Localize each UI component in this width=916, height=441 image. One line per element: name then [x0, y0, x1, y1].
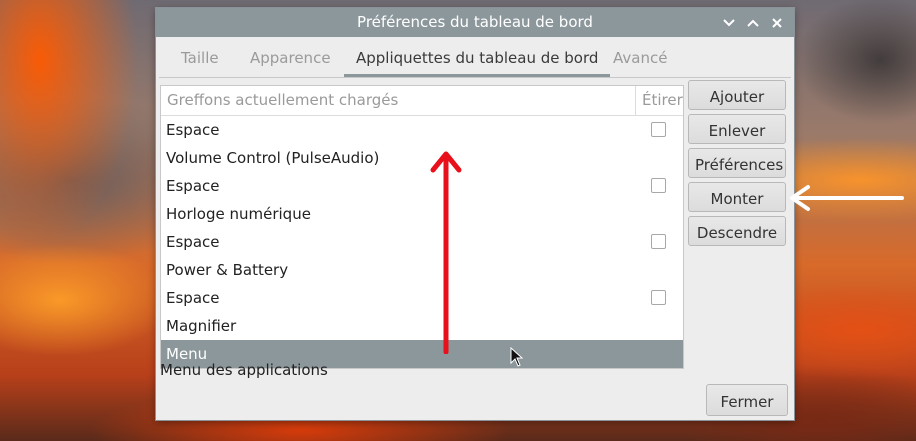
column-header-stretch[interactable]: Étirer: [635, 86, 683, 115]
list-item[interactable]: Volume Control (PulseAudio): [161, 144, 683, 172]
tab-appearance[interactable]: Apparence: [250, 39, 331, 75]
move-down-button[interactable]: Descendre: [688, 216, 786, 246]
white-left-arrow-annotation: [790, 185, 904, 211]
plugin-description: Menu des applications: [160, 361, 328, 379]
window-title: Préférences du tableau de bord: [357, 13, 593, 31]
move-up-button[interactable]: Monter: [688, 182, 786, 212]
list-item[interactable]: Espace: [161, 172, 683, 200]
stretch-checkbox[interactable]: [651, 178, 666, 193]
list-item-label: Power & Battery: [166, 261, 289, 279]
tab-advanced[interactable]: Avancé: [613, 39, 667, 75]
list-item-label: Espace: [166, 289, 220, 307]
column-header-plugins[interactable]: Greffons actuellement chargés: [167, 86, 398, 115]
list-item-label: Espace: [166, 177, 220, 195]
list-item-label: Magnifier: [166, 317, 237, 335]
plugins-list[interactable]: Greffons actuellement chargés Étirer Esp…: [160, 85, 684, 369]
list-item-label: Espace: [166, 233, 220, 251]
list-item[interactable]: Magnifier: [161, 312, 683, 340]
tab-size[interactable]: Taille: [181, 39, 219, 75]
window-controls: [720, 8, 786, 37]
preferences-button[interactable]: Préférences: [688, 148, 786, 178]
close-icon[interactable]: [768, 14, 786, 32]
add-button[interactable]: Ajouter: [688, 80, 786, 110]
stretch-checkbox[interactable]: [651, 234, 666, 249]
list-item[interactable]: Espace: [161, 116, 683, 144]
chevron-up-icon[interactable]: [744, 14, 762, 32]
tab-bar: Taille Apparence Appliquettes du tableau…: [159, 39, 791, 78]
stretch-checkbox[interactable]: [651, 290, 666, 305]
close-button[interactable]: Fermer: [706, 384, 788, 416]
tab-applets[interactable]: Appliquettes du tableau de bord: [344, 39, 611, 77]
window-titlebar[interactable]: Préférences du tableau de bord: [156, 8, 794, 37]
stretch-checkbox[interactable]: [651, 122, 666, 137]
list-header: Greffons actuellement chargés Étirer: [161, 86, 683, 116]
remove-button[interactable]: Enlever: [688, 114, 786, 144]
list-item[interactable]: Espace: [161, 284, 683, 312]
list-item-label: Espace: [166, 121, 220, 139]
list-item[interactable]: Power & Battery: [161, 256, 683, 284]
list-item-label: Horloge numérique: [166, 205, 311, 223]
list-item[interactable]: Horloge numérique: [161, 200, 683, 228]
list-item-label: Volume Control (PulseAudio): [166, 149, 380, 167]
mouse-cursor-icon: [510, 347, 524, 367]
list-item[interactable]: Espace: [161, 228, 683, 256]
chevron-down-icon[interactable]: [720, 14, 738, 32]
panel-preferences-dialog: Préférences du tableau de bord Taille Ap…: [156, 8, 794, 420]
